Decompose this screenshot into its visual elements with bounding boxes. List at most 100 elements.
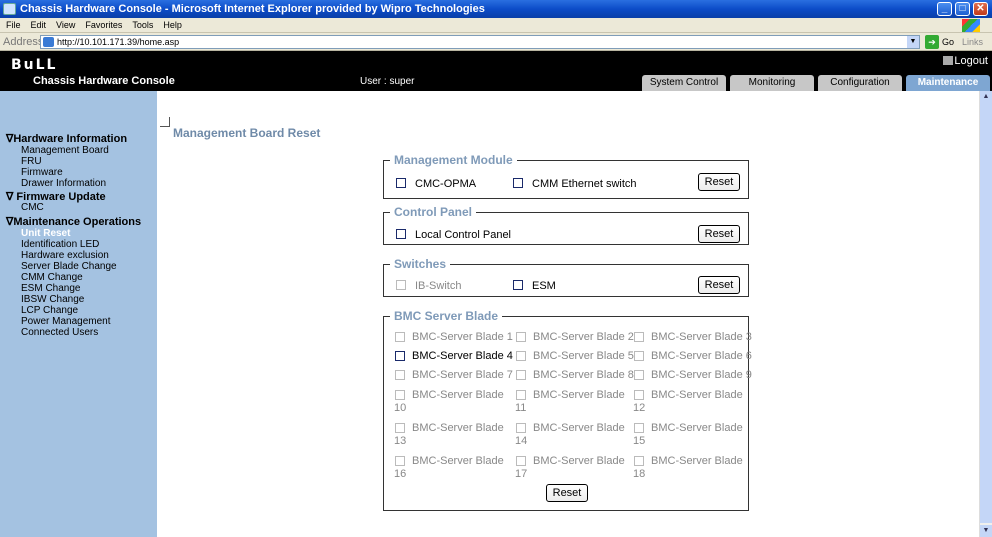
go-button[interactable]: Go: [942, 33, 954, 51]
checkbox-ib-switch[interactable]: [396, 280, 406, 290]
label-bmc-server-blade-10: BMC-Server Blade: [412, 389, 504, 401]
checkbox-bmc-server-blade-8[interactable]: [516, 370, 526, 380]
blade-number-12: 12: [633, 402, 646, 414]
scroll-down-icon[interactable]: ▼: [980, 525, 992, 537]
address-bar: Address http://10.101.171.39/home.asp ▼ …: [0, 33, 992, 51]
scroll-up-icon[interactable]: ▲: [980, 91, 992, 103]
page-icon: [43, 37, 54, 47]
sidebar-item-unit-reset[interactable]: Unit Reset: [21, 228, 70, 239]
chevron-down-icon[interactable]: ▼: [907, 36, 919, 48]
logout-link[interactable]: Logout: [943, 55, 988, 67]
reset-control-panel-button[interactable]: Reset: [698, 225, 740, 243]
links-button[interactable]: Links: [962, 33, 983, 51]
checkbox-bmc-server-blade-5[interactable]: [516, 351, 526, 361]
label-bmc-server-blade-13: BMC-Server Blade: [412, 422, 504, 434]
sidebar-item-hardware-exclusion[interactable]: Hardware exclusion: [21, 250, 109, 261]
checkbox-bmc-server-blade-17[interactable]: [516, 456, 526, 466]
sidebar-item-fru[interactable]: FRU: [21, 156, 42, 167]
tab-system-control[interactable]: System Control: [642, 75, 726, 91]
maximize-button[interactable]: □: [955, 2, 970, 16]
checkbox-bmc-server-blade-14[interactable]: [516, 423, 526, 433]
menu-edit[interactable]: Edit: [31, 20, 47, 30]
sidebar-item-cmm-change[interactable]: CMM Change: [21, 272, 83, 283]
close-button[interactable]: ✕: [973, 2, 988, 16]
checkbox-bmc-server-blade-1[interactable]: [395, 332, 405, 342]
menu-view[interactable]: View: [56, 20, 75, 30]
checkbox-cmm-ethernet-switch[interactable]: [513, 178, 523, 188]
tab-configuration[interactable]: Configuration: [818, 75, 902, 91]
checkbox-bmc-server-blade-2[interactable]: [516, 332, 526, 342]
label-bmc-server-blade-3: BMC-Server Blade 3: [651, 331, 752, 343]
sidebar-item-lcp-change[interactable]: LCP Change: [21, 305, 78, 316]
checkbox-esm[interactable]: [513, 280, 523, 290]
label-bmc-server-blade-17: BMC-Server Blade: [533, 455, 625, 467]
checkbox-bmc-server-blade-6[interactable]: [634, 351, 644, 361]
sidebar-item-power-management[interactable]: Power Management: [21, 316, 111, 327]
label-bmc-server-blade-4: BMC-Server Blade 4: [412, 350, 513, 362]
ie-app-icon: [3, 3, 16, 15]
menu-help[interactable]: Help: [163, 20, 182, 30]
app-header: BuLL Chassis Hardware Console User : sup…: [0, 51, 992, 91]
blade-number-10: 10: [394, 402, 407, 414]
group-legend: Management Module: [394, 153, 513, 167]
reset-management-module-button[interactable]: Reset: [698, 173, 740, 191]
checkbox-cmc-opma[interactable]: [396, 178, 406, 188]
address-input[interactable]: http://10.101.171.39/home.asp ▼: [40, 35, 920, 49]
sidebar-section-hardware-information[interactable]: ∇Hardware Information: [6, 132, 127, 145]
sidebar-item-connected-users[interactable]: Connected Users: [21, 327, 98, 338]
label-cmc-opma: CMC-OPMA: [415, 178, 477, 190]
go-arrow-icon[interactable]: ➔: [925, 35, 939, 49]
checkbox-bmc-server-blade-12[interactable]: [634, 390, 644, 400]
address-label: Address: [3, 36, 44, 48]
label-bmc-server-blade-7: BMC-Server Blade 7: [412, 369, 513, 381]
user-label: User : super: [360, 76, 415, 87]
tab-maintenance[interactable]: Maintenance: [906, 75, 990, 91]
label-cmm-ethernet-switch: CMM Ethernet switch: [532, 178, 637, 190]
windows-flag-icon: [962, 19, 980, 32]
blade-number-13: 13: [394, 435, 407, 447]
logout-label: Logout: [954, 55, 988, 67]
menu-tools[interactable]: Tools: [132, 20, 153, 30]
checkbox-bmc-server-blade-15[interactable]: [634, 423, 644, 433]
sidebar-item-cmc[interactable]: CMC: [21, 202, 44, 213]
sidebar-item-firmware[interactable]: Firmware: [21, 167, 63, 178]
checkbox-bmc-server-blade-10[interactable]: [395, 390, 405, 400]
address-url: http://10.101.171.39/home.asp: [57, 37, 180, 47]
checkbox-bmc-server-blade-11[interactable]: [516, 390, 526, 400]
sidebar-item-identification-led[interactable]: Identification LED: [21, 239, 99, 250]
sidebar-item-ibsw-change[interactable]: IBSW Change: [21, 294, 84, 305]
group-legend: BMC Server Blade: [394, 309, 499, 323]
blade-number-16: 16: [394, 468, 407, 480]
label-bmc-server-blade-11: BMC-Server Blade: [533, 389, 625, 401]
checkbox-local-control-panel[interactable]: [396, 229, 406, 239]
sidebar-section-maintenance-operations[interactable]: ∇Maintenance Operations: [6, 215, 141, 228]
label-bmc-server-blade-9: BMC-Server Blade 9: [651, 369, 752, 381]
sidebar-item-management-board[interactable]: Management Board: [21, 145, 109, 156]
menu-bar: File Edit View Favorites Tools Help: [0, 18, 992, 33]
sidebar-item-drawer-information[interactable]: Drawer Information: [21, 178, 106, 189]
vertical-scrollbar[interactable]: ▲ ▼: [979, 91, 992, 537]
label-bmc-server-blade-14: BMC-Server Blade: [533, 422, 625, 434]
label-bmc-server-blade-2: BMC-Server Blade 2: [533, 331, 634, 343]
window-titlebar[interactable]: Chassis Hardware Console - Microsoft Int…: [0, 0, 992, 18]
sidebar-item-esm-change[interactable]: ESM Change: [21, 283, 80, 294]
checkbox-bmc-server-blade-7[interactable]: [395, 370, 405, 380]
minimize-button[interactable]: _: [937, 2, 952, 16]
menu-file[interactable]: File: [6, 20, 21, 30]
menu-favorites[interactable]: Favorites: [85, 20, 122, 30]
checkbox-bmc-server-blade-13[interactable]: [395, 423, 405, 433]
sidebar-item-server-blade-change[interactable]: Server Blade Change: [21, 261, 117, 272]
checkbox-bmc-server-blade-16[interactable]: [395, 456, 405, 466]
checkbox-bmc-server-blade-18[interactable]: [634, 456, 644, 466]
checkbox-bmc-server-blade-9[interactable]: [634, 370, 644, 380]
group-legend: Switches: [394, 257, 447, 271]
checkbox-bmc-server-blade-4[interactable]: [395, 351, 405, 361]
scrollbar-thumb[interactable]: [980, 103, 992, 523]
blade-number-11: 11: [515, 402, 527, 414]
reset-bmc-server-blade-button[interactable]: Reset: [546, 484, 588, 502]
page-title: Management Board Reset: [173, 126, 321, 140]
bull-logo: BuLL: [11, 57, 58, 73]
checkbox-bmc-server-blade-3[interactable]: [634, 332, 644, 342]
tab-monitoring[interactable]: Monitoring: [730, 75, 814, 91]
reset-switches-button[interactable]: Reset: [698, 276, 740, 294]
